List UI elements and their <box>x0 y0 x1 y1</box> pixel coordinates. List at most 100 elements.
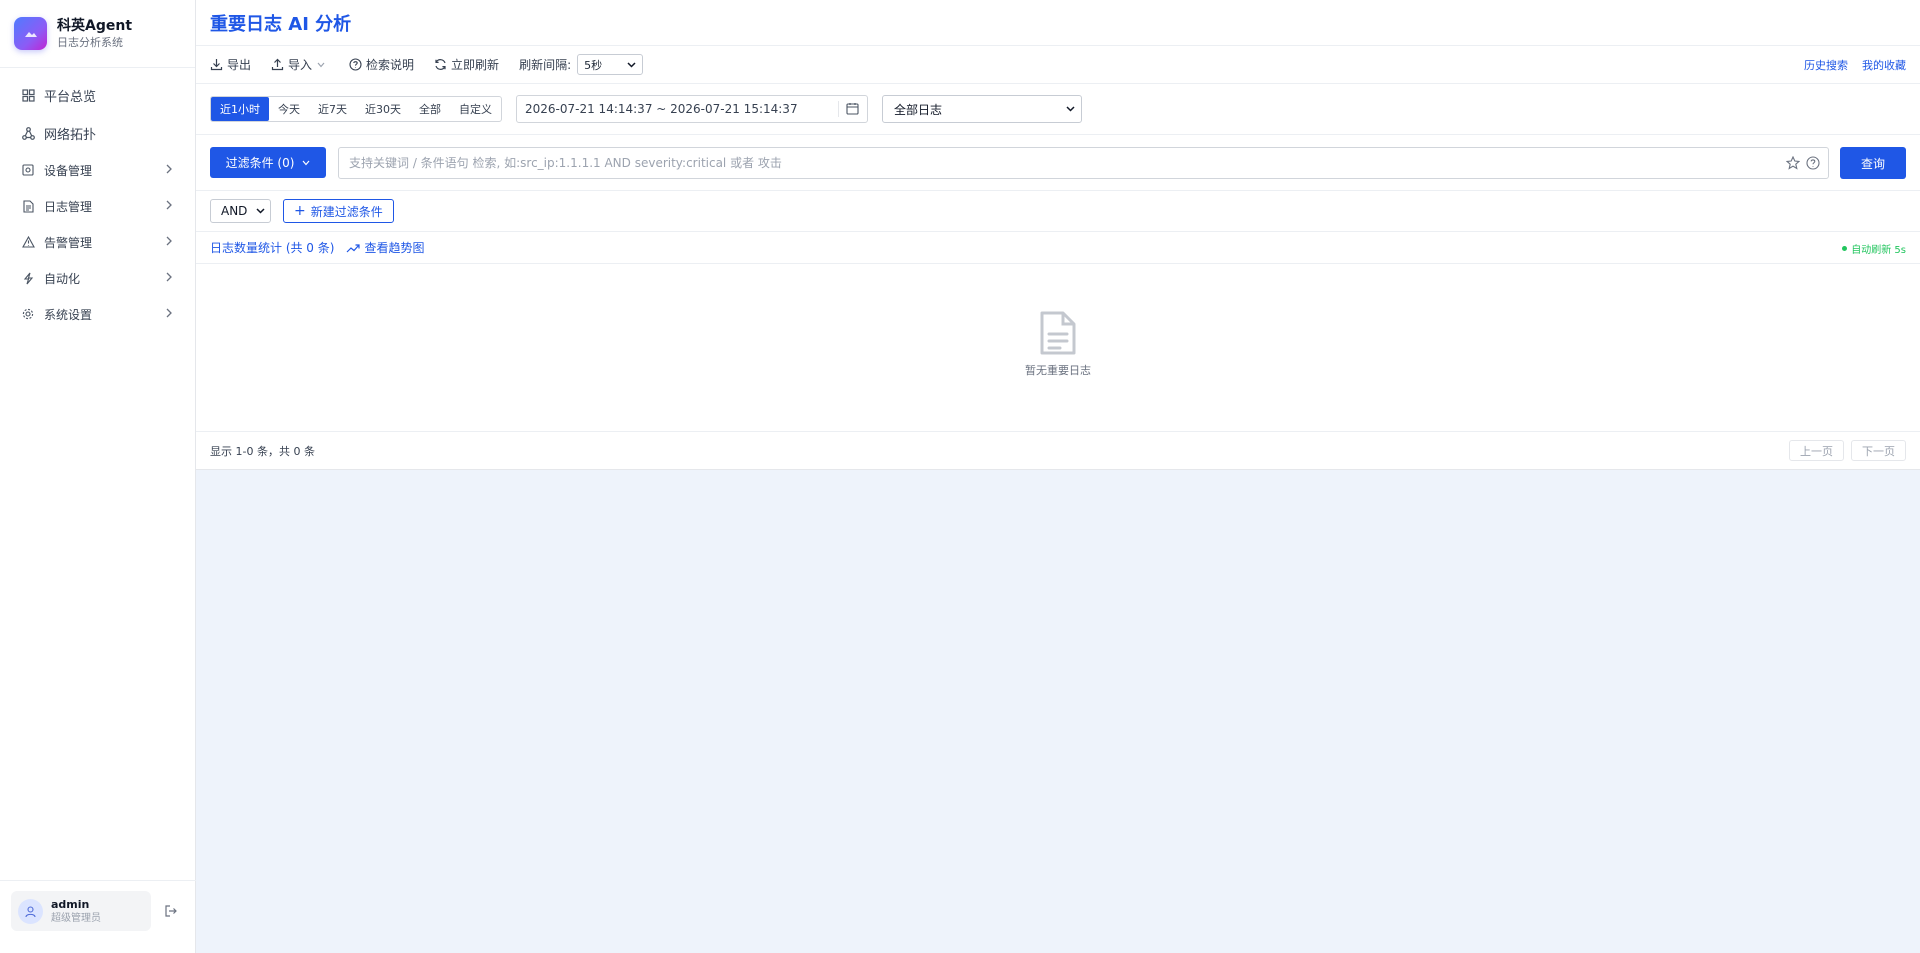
time-range-30-days[interactable]: 近30天 <box>356 97 410 121</box>
time-range-last-hour[interactable]: 近1小时 <box>211 97 269 121</box>
sidebar-item-label: 日志管理 <box>44 199 93 214</box>
avatar <box>18 898 43 924</box>
sidebar-item-label: 平台总览 <box>44 89 97 105</box>
title-bar: 重要日志 AI 分析 <box>196 0 1920 46</box>
search-help-label: 检索说明 <box>366 58 415 72</box>
log-panel: 重要日志 AI 分析 导出 导入 检索说明 立即刷新 刷新间隔: 5秒 历史搜索… <box>196 0 1920 470</box>
filter-conditions-label: 过滤条件 (0) <box>225 156 295 170</box>
my-favorites-link[interactable]: 我的收藏 <box>1862 57 1906 73</box>
download-icon <box>210 59 223 71</box>
chevron-down-icon <box>302 160 310 165</box>
time-range-custom[interactable]: 自定义 <box>450 97 501 121</box>
auto-refresh-indicator: 自动刷新 5s <box>1842 241 1906 256</box>
sidebar-item-logs[interactable]: 日志管理 <box>0 188 195 224</box>
gear-icon <box>21 307 35 321</box>
user-card[interactable]: admin 超级管理员 <box>11 891 151 931</box>
sidebar-item-overview[interactable]: 平台总览 <box>0 76 195 114</box>
main-content: 重要日志 AI 分析 导出 导入 检索说明 立即刷新 刷新间隔: 5秒 历史搜索… <box>196 0 1920 470</box>
next-page-button[interactable]: 下一页 <box>1851 440 1906 461</box>
filter-conditions-button[interactable]: 过滤条件 (0) <box>210 147 326 178</box>
divider <box>838 101 839 117</box>
trend-up-icon <box>347 243 361 252</box>
sidebar-item-label: 系统设置 <box>44 307 93 322</box>
time-range-selector: 近1小时 今天 近7天 近30天 全部 自定义 <box>210 96 502 122</box>
chevron-down-icon <box>256 208 265 214</box>
search-help-button[interactable]: 检索说明 <box>349 56 414 73</box>
sidebar-item-devices[interactable]: 设备管理 <box>0 152 195 188</box>
import-label: 导入 <box>288 58 313 72</box>
logic-operator-select[interactable]: AND <box>210 199 271 223</box>
sidebar-item-label: 自动化 <box>44 271 81 286</box>
new-filter-condition-label: 新建过滤条件 <box>310 204 383 219</box>
page-title: 重要日志 AI 分析 <box>210 13 352 35</box>
pagination-info: 显示 1-0 条，共 0 条 <box>210 444 315 458</box>
export-button[interactable]: 导出 <box>210 56 251 73</box>
refresh-interval-select[interactable]: 5秒 <box>577 54 644 75</box>
lightning-icon <box>21 271 35 285</box>
log-type-select[interactable]: 全部日志 <box>882 95 1082 123</box>
sidebar-item-automation[interactable]: 自动化 <box>0 260 195 296</box>
chevron-right-icon <box>166 236 172 246</box>
chevron-down-icon <box>1066 106 1075 112</box>
sidebar: 科英Agent 日志分析系统 平台总览 网络拓扑 设备管理 日志管理 告警管理 … <box>0 0 196 953</box>
upload-icon <box>271 58 284 71</box>
toolbar: 导出 导入 检索说明 立即刷新 刷新间隔: 5秒 历史搜索 我的收藏 <box>196 46 1920 84</box>
pagination: 显示 1-0 条，共 0 条 上一页 下一页 <box>196 432 1920 470</box>
chevron-right-icon <box>166 308 172 318</box>
view-trend-label: 查看趋势图 <box>364 241 425 255</box>
app-title: 科英Agent <box>57 17 133 34</box>
refresh-interval-value: 5秒 <box>584 58 603 72</box>
condition-bar: AND + 新建过滤条件 <box>196 191 1920 232</box>
app-logo <box>14 17 47 50</box>
refresh-icon <box>435 59 446 70</box>
history-search-link[interactable]: 历史搜索 <box>1804 57 1848 73</box>
empty-state: 暂无重要日志 <box>196 264 1920 432</box>
export-label: 导出 <box>227 58 252 72</box>
user-role: 超级管理员 <box>51 912 101 924</box>
sidebar-item-label: 设备管理 <box>44 163 93 178</box>
empty-message: 暂无重要日志 <box>1025 364 1091 377</box>
refresh-now-button[interactable]: 立即刷新 <box>434 56 499 73</box>
log-type-value: 全部日志 <box>894 102 943 117</box>
chevron-down-icon <box>317 62 325 67</box>
stats-bar: 日志数量统计 (共 0 条) 查看趋势图 自动刷新 5s <box>196 232 1920 264</box>
search-bar: 过滤条件 (0) 支持关键词 / 条件语句 检索, 如:src_ip:1.1.1… <box>196 135 1920 191</box>
user-name: admin <box>51 897 90 911</box>
view-trend-link[interactable]: 查看趋势图 <box>346 239 424 256</box>
time-range-all[interactable]: 全部 <box>410 97 450 121</box>
status-dot <box>1842 246 1848 251</box>
new-filter-condition-button[interactable]: + 新建过滤条件 <box>283 199 394 223</box>
prev-page-button[interactable]: 上一页 <box>1789 440 1844 461</box>
calendar-icon <box>846 103 859 115</box>
document-icon <box>21 199 35 213</box>
divider <box>0 880 196 881</box>
alert-icon <box>21 235 35 249</box>
chevron-right-icon <box>166 200 172 210</box>
chevron-down-icon <box>627 61 636 68</box>
auto-refresh-label: 自动刷新 5s <box>1851 245 1906 256</box>
device-icon <box>21 163 35 177</box>
search-input[interactable]: 支持关键词 / 条件语句 检索, 如:src_ip:1.1.1.1 AND se… <box>338 146 1829 179</box>
sidebar-item-topology[interactable]: 网络拓扑 <box>0 114 195 152</box>
time-range-today[interactable]: 今天 <box>269 97 309 121</box>
question-icon <box>349 58 362 71</box>
brand: 科英Agent 日志分析系统 <box>0 0 195 68</box>
logout-icon[interactable] <box>164 904 178 918</box>
dashboard-icon <box>21 88 35 102</box>
star-icon[interactable] <box>1786 155 1800 170</box>
logic-operator-value: AND <box>221 204 248 218</box>
sidebar-item-label: 告警管理 <box>44 235 93 250</box>
sidebar-item-label: 网络拓扑 <box>44 127 97 143</box>
sidebar-item-settings[interactable]: 系统设置 <box>0 296 195 332</box>
import-button[interactable]: 导入 <box>271 56 329 73</box>
search-placeholder: 支持关键词 / 条件语句 检索, 如:src_ip:1.1.1.1 AND se… <box>349 156 782 170</box>
date-range-picker[interactable]: 2026-07-21 14:14:37 ~ 2026-07-21 15:14:3… <box>516 95 868 123</box>
query-button[interactable]: 查询 <box>1840 147 1906 179</box>
time-range-7-days[interactable]: 近7天 <box>309 97 356 121</box>
chevron-right-icon <box>166 272 172 282</box>
topology-icon <box>21 126 35 140</box>
question-icon[interactable] <box>1806 155 1820 170</box>
refresh-now-label: 立即刷新 <box>451 58 500 72</box>
sidebar-item-alerts[interactable]: 告警管理 <box>0 224 195 260</box>
document-icon <box>1040 311 1076 355</box>
